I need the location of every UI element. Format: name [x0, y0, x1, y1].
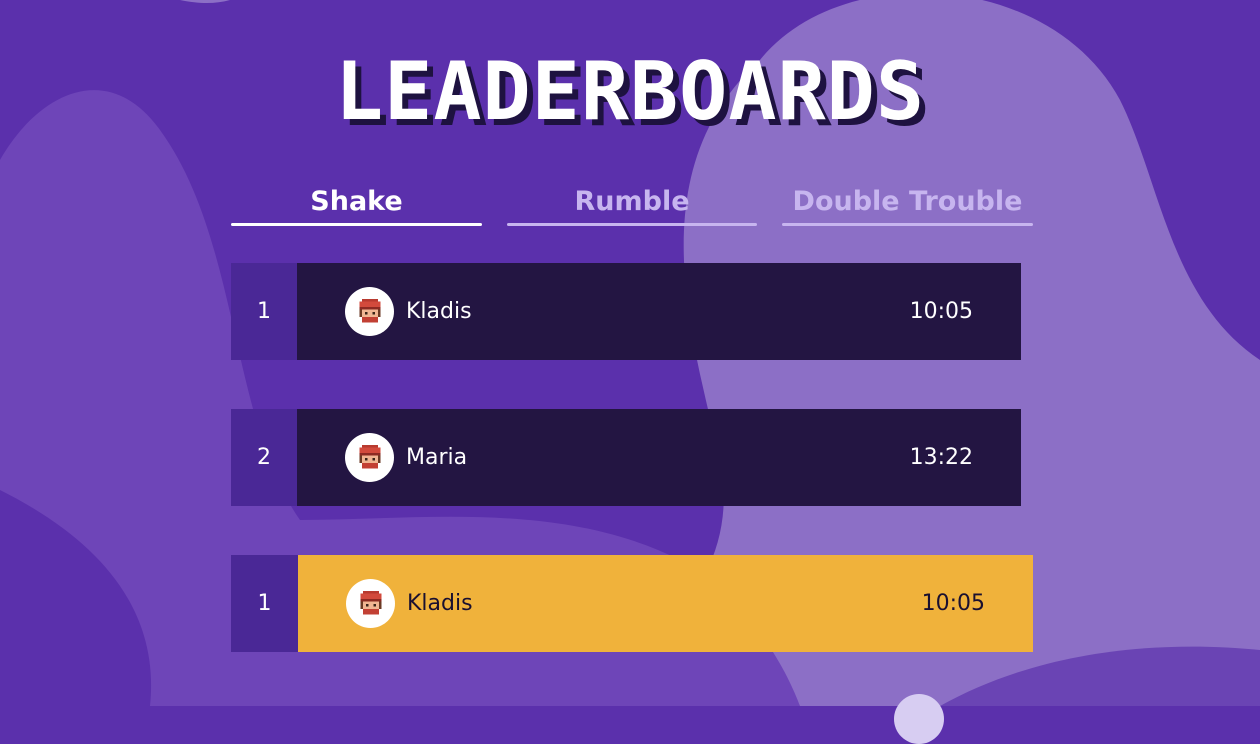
player-time: 13:22	[909, 445, 973, 470]
tab-label: Shake	[310, 186, 403, 217]
current-player-row: 1 Kladis 10:05	[231, 555, 1033, 652]
scroll-indicator[interactable]	[894, 694, 944, 744]
leaderboard-row: 2 Maria 13:22	[231, 409, 1021, 506]
player-avatar	[346, 579, 395, 628]
player-entry: Kladis 10:05	[297, 263, 1021, 360]
rank-number: 2	[231, 409, 297, 506]
player-entry: Kladis 10:05	[298, 555, 1033, 652]
tab-rumble[interactable]: Rumble	[507, 180, 757, 226]
tab-double-trouble[interactable]: Double Trouble	[782, 180, 1033, 226]
player-name: Kladis	[406, 299, 472, 324]
tab-underline	[782, 223, 1033, 226]
player-avatar	[345, 287, 394, 336]
player-name: Kladis	[407, 591, 473, 616]
player-time: 10:05	[921, 591, 985, 616]
rank-number: 1	[231, 263, 297, 360]
tab-shake[interactable]: Shake	[231, 180, 482, 226]
tab-label: Double Trouble	[792, 186, 1023, 217]
player-name: Maria	[406, 445, 468, 470]
player-avatar	[345, 433, 394, 482]
player-entry: Maria 13:22	[297, 409, 1021, 506]
pixel-character-icon	[360, 590, 381, 614]
player-time: 10:05	[909, 299, 973, 324]
tab-underline	[231, 223, 482, 226]
leaderboard-row: 1 Kladis 10:05	[231, 263, 1021, 360]
tab-label: Rumble	[574, 186, 690, 217]
tab-underline	[507, 223, 757, 226]
pixel-character-icon	[359, 298, 380, 322]
rank-number: 1	[231, 555, 298, 652]
page-title: LEADERBOARDS	[335, 45, 925, 138]
tab-bar: Shake Rumble Double Trouble	[0, 180, 1260, 230]
pixel-character-icon	[359, 444, 380, 468]
